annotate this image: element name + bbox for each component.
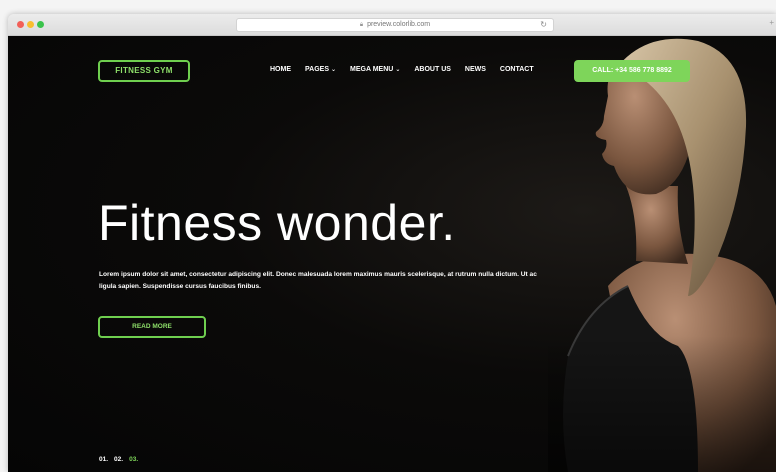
chevron-down-icon: ⌄ [395, 67, 401, 73]
hero-description: Lorem ipsum dolor sit amet, consectetur … [99, 271, 537, 290]
nav-item-about-us[interactable]: ABOUT US [414, 66, 451, 73]
slide-indicator-2[interactable]: 02. [114, 456, 123, 463]
nav-item-contact[interactable]: CONTACT [500, 66, 534, 73]
nav-item-label: PAGES [305, 66, 329, 73]
nav-item-home[interactable]: HOME [270, 66, 291, 73]
nav-item-label: NEWS [464, 66, 486, 73]
hero-title: Fitness wonder. [98, 195, 456, 251]
call-button[interactable]: CALL: +34 586 778 8892 [574, 60, 690, 82]
address-url: preview.colorlib.com [367, 21, 431, 28]
browser-window: 🔒︎ preview.colorlib.com ↻ + FITNESS GYM … [8, 14, 776, 472]
nav-item-label: ABOUT US [414, 66, 451, 73]
slider-pagination: 01. 02. 03. [99, 456, 138, 463]
nav-item-label: CONTACT [499, 66, 534, 73]
nav-item-label: HOME [270, 66, 291, 73]
read-more-button[interactable]: READ MORE [98, 316, 206, 338]
hero-model-image [548, 38, 776, 472]
nav-item-mega-menu[interactable]: MEGA MENU ⌄ [350, 66, 400, 73]
nav-item-news[interactable]: NEWS [465, 66, 486, 73]
new-tab-icon[interactable]: + [769, 18, 774, 27]
minimize-window-icon[interactable] [27, 21, 34, 28]
close-window-icon[interactable] [17, 21, 24, 28]
slide-indicator-3[interactable]: 03. [129, 456, 138, 463]
address-bar[interactable]: 🔒︎ preview.colorlib.com ↻ [236, 18, 554, 32]
main-nav: HOME PAGES ⌄ MEGA MENU ⌄ ABOUT US NEWS C… [270, 66, 548, 73]
nav-item-label: MEGA MENU [350, 66, 394, 73]
maximize-window-icon[interactable] [37, 21, 44, 28]
slide-indicator-1[interactable]: 01. [99, 456, 108, 463]
hero-section: FITNESS GYM HOME PAGES ⌄ MEGA MENU ⌄ ABO… [8, 36, 776, 472]
nav-item-pages[interactable]: PAGES ⌄ [305, 66, 336, 73]
site-logo[interactable]: FITNESS GYM [98, 60, 190, 82]
lock-icon: 🔒︎ [359, 22, 364, 28]
chevron-down-icon: ⌄ [331, 67, 337, 73]
browser-titlebar: 🔒︎ preview.colorlib.com ↻ + [8, 14, 776, 36]
reload-icon[interactable]: ↻ [540, 19, 547, 31]
